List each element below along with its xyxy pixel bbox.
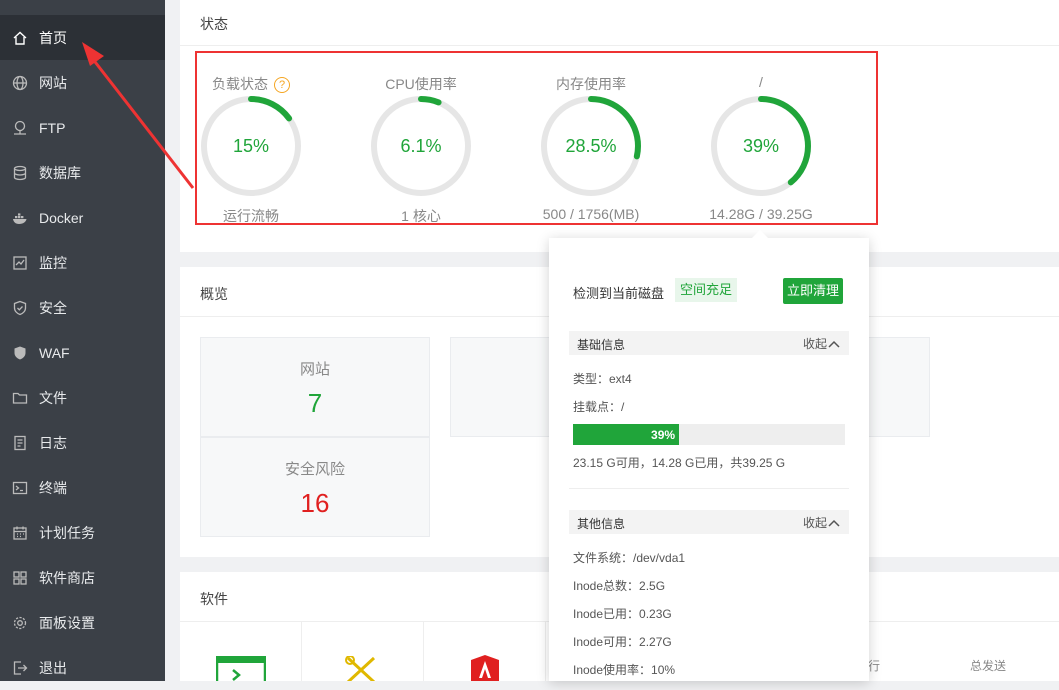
shield-icon [12, 300, 28, 316]
ftp-icon [12, 120, 28, 136]
card-value: 16 [300, 488, 330, 518]
status-title: 状态 [200, 16, 228, 32]
card-label: 安全风险 [284, 461, 345, 478]
clean-now-button[interactable]: 立即清理 [783, 278, 843, 304]
disk-info-popup: 检测到当前磁盘 空间充足 立即清理 基础信息 收起 类型：ext4 挂载点：/ … [549, 230, 869, 681]
sidebar-item-logs[interactable]: 日志 [0, 420, 165, 465]
overview-card[interactable] [868, 337, 930, 437]
disk-usage-bar: 39% [573, 424, 845, 445]
sidebar-item-label: 面板设置 [39, 614, 95, 631]
software-item-terminal[interactable] [180, 622, 302, 681]
sidebar-item-database[interactable]: 数据库 [0, 150, 165, 195]
disk-type: 类型：ext4 [573, 372, 632, 386]
chevron-up-icon [828, 519, 840, 527]
sidebar-item-security[interactable]: 安全 [0, 285, 165, 330]
disk-usage-text: 23.15 G可用，14.28 G已用，共39.25 G [573, 456, 786, 470]
annotation-highlight-box [195, 51, 878, 225]
collapse-toggle[interactable]: 收起 [803, 514, 841, 531]
basic-info-header[interactable]: 基础信息 收起 [569, 331, 849, 355]
log-icon [12, 435, 28, 451]
sidebar-item-home[interactable]: 首页 [0, 15, 165, 60]
software-title: 软件 [200, 591, 228, 607]
firewall-icon [471, 655, 499, 681]
sidebar-item-label: 安全 [39, 299, 67, 316]
sidebar: 首页 网站 FTP 数据库 Docker 监控 安全 WAF 文件 日志 终端 [0, 0, 165, 681]
logout-icon [12, 660, 28, 676]
gear-icon [12, 615, 28, 631]
file-system: 文件系统：/dev/vda1 [573, 551, 686, 565]
sidebar-item-label: WAF [39, 344, 70, 361]
section-title: 基础信息 [577, 338, 626, 352]
section-title: 其他信息 [577, 517, 626, 531]
overview-card-websites[interactable]: 网站 7 [200, 337, 430, 437]
overview-card-security-risk[interactable]: 安全风险 16 [200, 437, 430, 537]
terminal-icon [12, 480, 28, 496]
monitor-icon [12, 255, 28, 271]
sidebar-item-label: 监控 [39, 254, 67, 271]
sidebar-item-label: FTP [39, 119, 66, 136]
popup-arrow [752, 230, 768, 238]
divider [180, 45, 1059, 46]
sidebar-item-settings[interactable]: 面板设置 [0, 600, 165, 645]
globe-icon [12, 75, 28, 91]
other-info-header[interactable]: 其他信息 收起 [569, 510, 849, 534]
detect-text: 检测到当前磁盘 [573, 286, 665, 301]
sidebar-item-label: 网站 [39, 74, 67, 91]
sidebar-item-label: 退出 [39, 659, 67, 676]
divider [569, 488, 849, 489]
waf-shield-icon [12, 345, 28, 361]
collapse-toggle[interactable]: 收起 [803, 335, 841, 352]
inode-free: Inode可用：2.27G [573, 635, 672, 649]
sidebar-item-label: Docker [39, 209, 84, 226]
database-icon [12, 165, 28, 181]
sidebar-item-logout[interactable]: 退出 [0, 645, 165, 690]
overview-title: 概览 [200, 286, 228, 302]
chevron-up-icon [828, 340, 840, 348]
sidebar-item-label: 软件商店 [39, 569, 95, 586]
sidebar-item-website[interactable]: 网站 [0, 60, 165, 105]
sidebar-item-label: 计划任务 [39, 524, 95, 541]
sidebar-item-terminal[interactable]: 终端 [0, 465, 165, 510]
disk-usage-fill: 39% [573, 424, 680, 445]
inode-total: Inode总数：2.5G [573, 579, 666, 593]
disk-mount-point: 挂载点：/ [573, 400, 625, 414]
inode-used: Inode已用：0.23G [573, 607, 672, 621]
column-header-running: 行 [868, 659, 881, 673]
card-value: 7 [307, 388, 323, 418]
sidebar-item-waf[interactable]: WAF [0, 330, 165, 375]
sidebar-item-label: 文件 [39, 389, 67, 406]
terminal-app-icon [216, 656, 266, 681]
sidebar-item-files[interactable]: 文件 [0, 375, 165, 420]
sidebar-item-store[interactable]: 软件商店 [0, 555, 165, 600]
sidebar-item-label: 日志 [39, 434, 67, 451]
home-icon [12, 30, 28, 46]
folder-icon [12, 390, 28, 406]
sidebar-item-label: 首页 [39, 29, 67, 46]
sidebar-item-label: 数据库 [39, 164, 81, 181]
overview-card[interactable] [450, 337, 550, 437]
sidebar-item-cron[interactable]: 计划任务 [0, 510, 165, 555]
status-badge: 空间充足 [675, 278, 738, 302]
software-item-firewall[interactable] [424, 622, 546, 681]
grid-icon [12, 570, 28, 586]
sidebar-item-label: 终端 [39, 479, 67, 496]
card-label: 网站 [299, 361, 330, 378]
docker-icon [12, 210, 28, 226]
sidebar-item-docker[interactable]: Docker [0, 195, 165, 240]
software-item-tools[interactable] [302, 622, 424, 681]
inode-usage-rate: Inode使用率：10% [573, 663, 676, 677]
sidebar-item-ftp[interactable]: FTP [0, 105, 165, 150]
sidebar-item-monitor[interactable]: 监控 [0, 240, 165, 285]
calendar-icon [12, 525, 28, 541]
column-header-total-send: 总发送 [970, 659, 1007, 673]
tools-icon [345, 656, 376, 681]
